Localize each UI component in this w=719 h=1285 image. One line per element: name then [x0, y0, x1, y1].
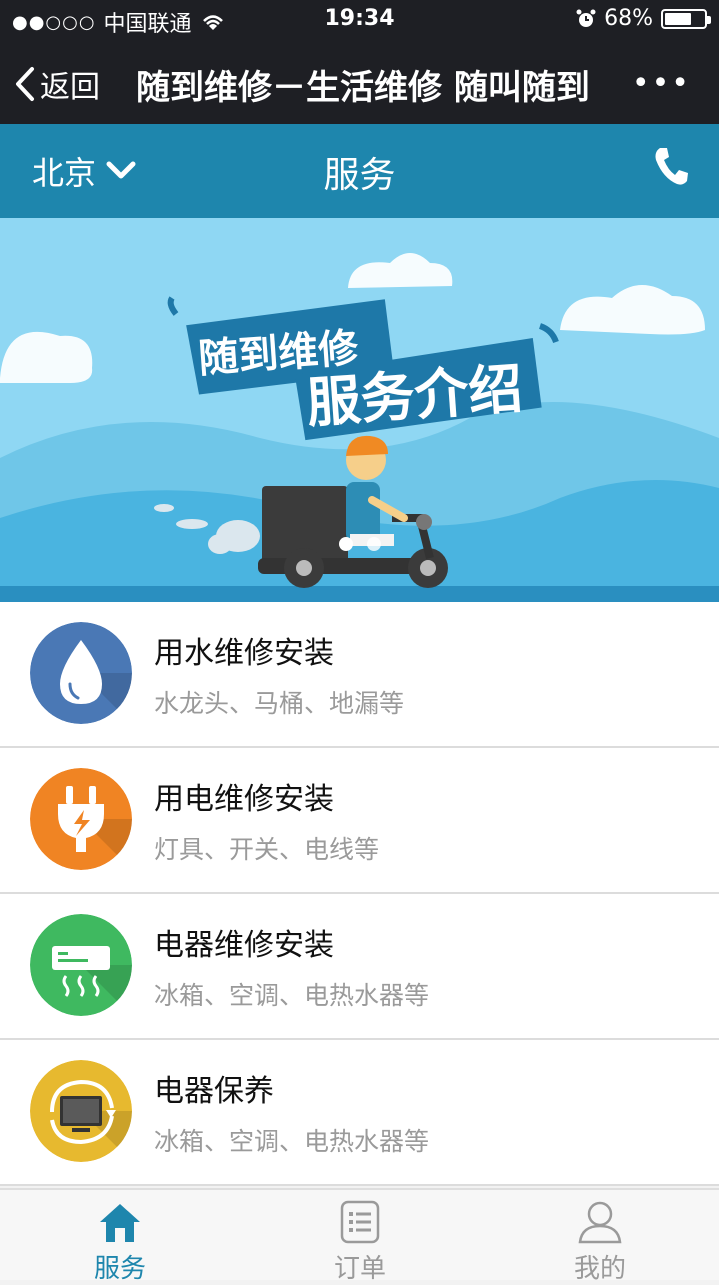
service-subtitle: 灯具、开关、电线等	[154, 835, 380, 864]
service-subtitle: 冰箱、空调、电热水器等	[154, 1127, 430, 1156]
service-subtitle: 水龙头、马桶、地漏等	[154, 689, 405, 718]
service-subtitle: 冰箱、空调、电热水器等	[154, 981, 430, 1010]
chevron-left-icon	[16, 67, 34, 101]
tv-maintenance-icon	[30, 1060, 132, 1162]
home-icon	[100, 1204, 140, 1242]
service-icon-electric	[30, 768, 132, 870]
order-list-icon	[340, 1200, 380, 1244]
air-conditioner-icon	[30, 914, 132, 1016]
service-title: 电器保养	[154, 1074, 274, 1109]
back-label: 返回	[40, 70, 100, 105]
alarm-icon	[576, 9, 596, 27]
banner-text: 随到维修 服务介绍	[197, 325, 525, 435]
battery-icon	[661, 8, 711, 29]
service-title: 电器维修安装	[154, 928, 334, 963]
service-icon-appliance	[30, 914, 132, 1016]
tab-label: 我的	[573, 1254, 626, 1284]
tab-label: 订单	[333, 1254, 386, 1284]
phone-button[interactable]	[653, 146, 689, 190]
promo-banner[interactable]: 随到维修 服务介绍	[0, 218, 719, 602]
page-title: 随到维修－生活维修 随叫随到	[136, 68, 590, 108]
service-item-electric[interactable]: 用电维修安装 灯具、开关、电线等	[0, 748, 719, 894]
tab-orders[interactable]: 订单	[240, 1190, 480, 1284]
back-button[interactable]: 返回	[14, 62, 100, 106]
service-item-appliance[interactable]: 电器维修安装 冰箱、空调、电热水器等	[0, 894, 719, 1040]
service-list: 用水维修安装 水龙头、马桶、地漏等 用电维修安装 灯具、开关、电线等 电器维修安…	[0, 602, 719, 1186]
service-icon-maintenance	[30, 1060, 132, 1162]
header-title: 服务	[323, 155, 396, 196]
title-bar: 返回 随到维修－生活维修 随叫随到 •••	[0, 40, 719, 124]
service-item-maintenance[interactable]: 电器保养 冰箱、空调、电热水器等	[0, 1040, 719, 1186]
phone-icon	[655, 148, 688, 185]
plug-icon	[30, 768, 132, 870]
water-drop-icon	[30, 622, 132, 724]
tab-mine[interactable]: 我的	[480, 1190, 719, 1284]
tab-service[interactable]: 服务	[0, 1190, 240, 1284]
app-header: 北京 服务	[0, 124, 719, 218]
status-bar: ●●○○○ 中国联通 19:34 68%	[0, 0, 719, 40]
battery-fill	[665, 12, 691, 25]
more-button[interactable]: •••	[632, 66, 691, 101]
service-icon-water	[30, 622, 132, 724]
tab-label: 服务	[93, 1254, 146, 1284]
service-title: 用电维修安装	[154, 782, 334, 817]
service-item-water[interactable]: 用水维修安装 水龙头、马桶、地漏等	[0, 602, 719, 748]
tab-bar: 服务 订单 我的	[0, 1188, 719, 1284]
battery-percent: 68%	[604, 6, 653, 31]
user-icon	[578, 1201, 622, 1244]
service-title: 用水维修安装	[154, 636, 334, 671]
